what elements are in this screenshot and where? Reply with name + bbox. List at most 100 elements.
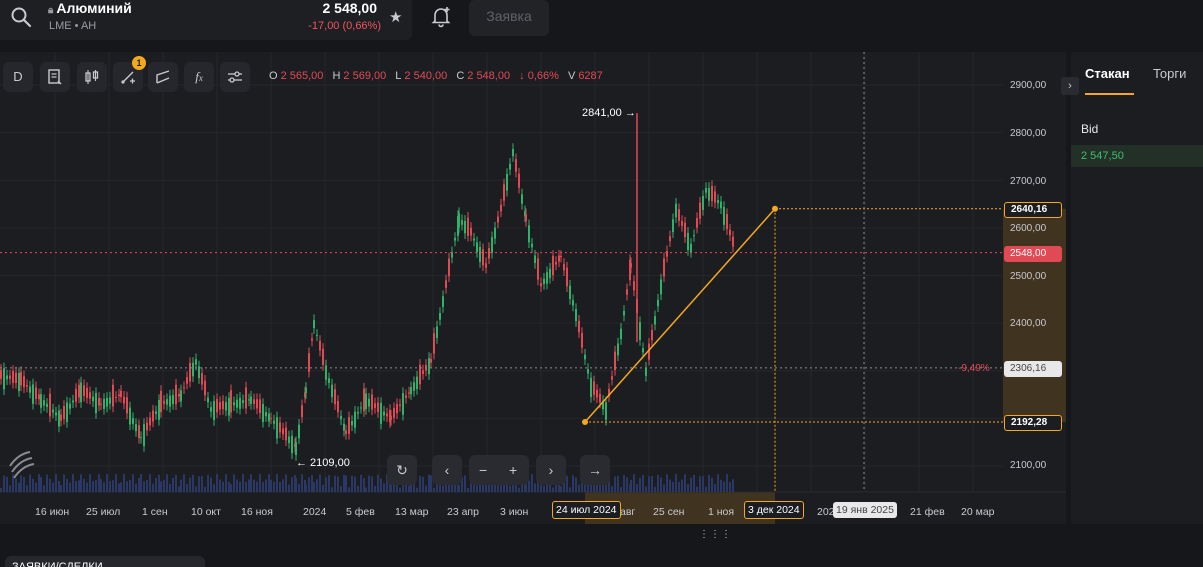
mid-level-percent: -9,49% [958,363,990,374]
candle-body [503,184,505,201]
candle-body [525,214,527,221]
candle-body [198,366,200,379]
candle-body [43,400,45,406]
go-to-latest-icon[interactable]: → [580,455,610,485]
candle-body [268,413,270,422]
candle-body [172,394,174,405]
candle-body [584,354,586,360]
chevron-right-icon[interactable]: › [1061,77,1079,95]
bid-row[interactable]: 2 547,50 [1071,145,1203,167]
tab-trades[interactable]: Торги [1153,66,1186,81]
candle-body [160,390,162,413]
star-icon[interactable]: ★ [389,8,402,26]
open-value: 2 565,00 [280,70,324,82]
settings-sliders-icon[interactable] [220,62,250,92]
scroll-right-icon[interactable]: › [536,455,566,485]
resize-grip-icon[interactable]: ⋮⋮⋮ [699,529,732,540]
trend-line-anchor [772,205,778,212]
price-tick: 2600,00 [1010,223,1047,234]
candle-body [413,382,415,391]
candle-body [614,351,616,371]
candle-body [717,200,719,204]
candle-body [528,225,530,243]
candle-body [155,411,157,415]
order-button[interactable]: Заявка [469,0,549,36]
volume-value: 6287 [578,70,603,82]
candle-body [371,394,373,410]
candle-body [20,371,22,386]
candle-body [416,376,418,389]
candle-body [103,398,105,409]
candle-body [521,194,523,204]
candle-body [115,396,117,398]
candle-body [265,412,267,417]
orders-trades-tab[interactable]: ЗАЯВКИ/СДЕЛКИ [5,556,205,567]
candle-body [279,422,281,433]
tab-order-book[interactable]: Стакан [1085,66,1130,81]
candle-body [720,201,722,209]
lower-target-price-label: 2192,28 [1004,415,1062,431]
candle-body [494,227,496,239]
zoom-out-icon[interactable]: − [479,455,487,485]
candle-body [348,417,350,434]
volume-label: V [567,70,576,82]
search-icon[interactable] [10,6,32,28]
candle-body [319,340,321,351]
zoom-in-icon[interactable]: + [509,455,517,485]
candle-body [40,394,42,408]
candle-body [72,400,74,403]
candle-body [98,397,100,406]
candle-body [690,243,692,252]
scroll-left-icon[interactable]: ‹ [432,455,462,485]
candle-body [360,407,362,409]
bid-value: 2 547,50 [1081,150,1124,162]
candle-body [239,397,241,409]
candle-body [657,299,659,307]
bell-add-icon[interactable] [429,4,453,28]
instrument-card[interactable]: 🔒︎ Алюминий LME • AH 2 548,00 -17,00 (0,6… [0,0,412,40]
zoom-controls: − + [469,455,529,485]
ohlc-readout: O2 565,00 H2 569,00 L2 540,00 C2 548,00 … [269,70,603,82]
candle-body [732,236,734,247]
price-chart[interactable] [0,52,1066,524]
candle-body [687,232,689,251]
interval-button[interactable]: D [3,62,33,92]
watermark-logo-icon [9,451,35,479]
candle-body [476,242,478,252]
trend-tools-icon[interactable] [148,62,178,92]
price-tick: 2900,00 [1010,80,1047,91]
candle-body [572,300,574,306]
candles-icon[interactable] [77,62,107,92]
candle-body [230,390,232,413]
candle-body [630,263,632,268]
candle-body [390,415,392,420]
candle-body [95,392,97,414]
candle-body [454,237,456,241]
chart-type-icon[interactable] [40,62,70,92]
candle-body [80,382,82,403]
reset-icon[interactable]: ↻ [387,455,417,485]
candle-body [86,387,88,398]
candle-body [675,203,677,218]
candle-body [699,202,701,219]
candle-body [458,213,460,228]
candle-body [311,338,313,341]
candle-body [368,398,370,407]
time-tick: 23 апр [447,506,479,518]
candle-body [129,407,131,425]
candle-body [354,411,356,428]
top-bar: 🔒︎ Алюминий LME • AH 2 548,00 -17,00 (0,6… [0,0,1203,44]
candle-body [38,394,40,400]
candle-body [291,435,293,454]
time-tick: 21 фев [910,506,945,518]
candle-body [301,405,303,418]
candle-body [473,238,475,241]
candle-body [83,385,85,396]
candle-body [445,280,447,288]
functions-icon[interactable]: fx [184,62,214,92]
candle-body [714,191,716,203]
candle-body [626,289,628,295]
candle-body [152,410,154,422]
candle-body [118,394,120,397]
chart-panel[interactable]: D 1 fx O2 565,00 H2 569,00 L2 540,00 C2 … [0,52,1066,524]
